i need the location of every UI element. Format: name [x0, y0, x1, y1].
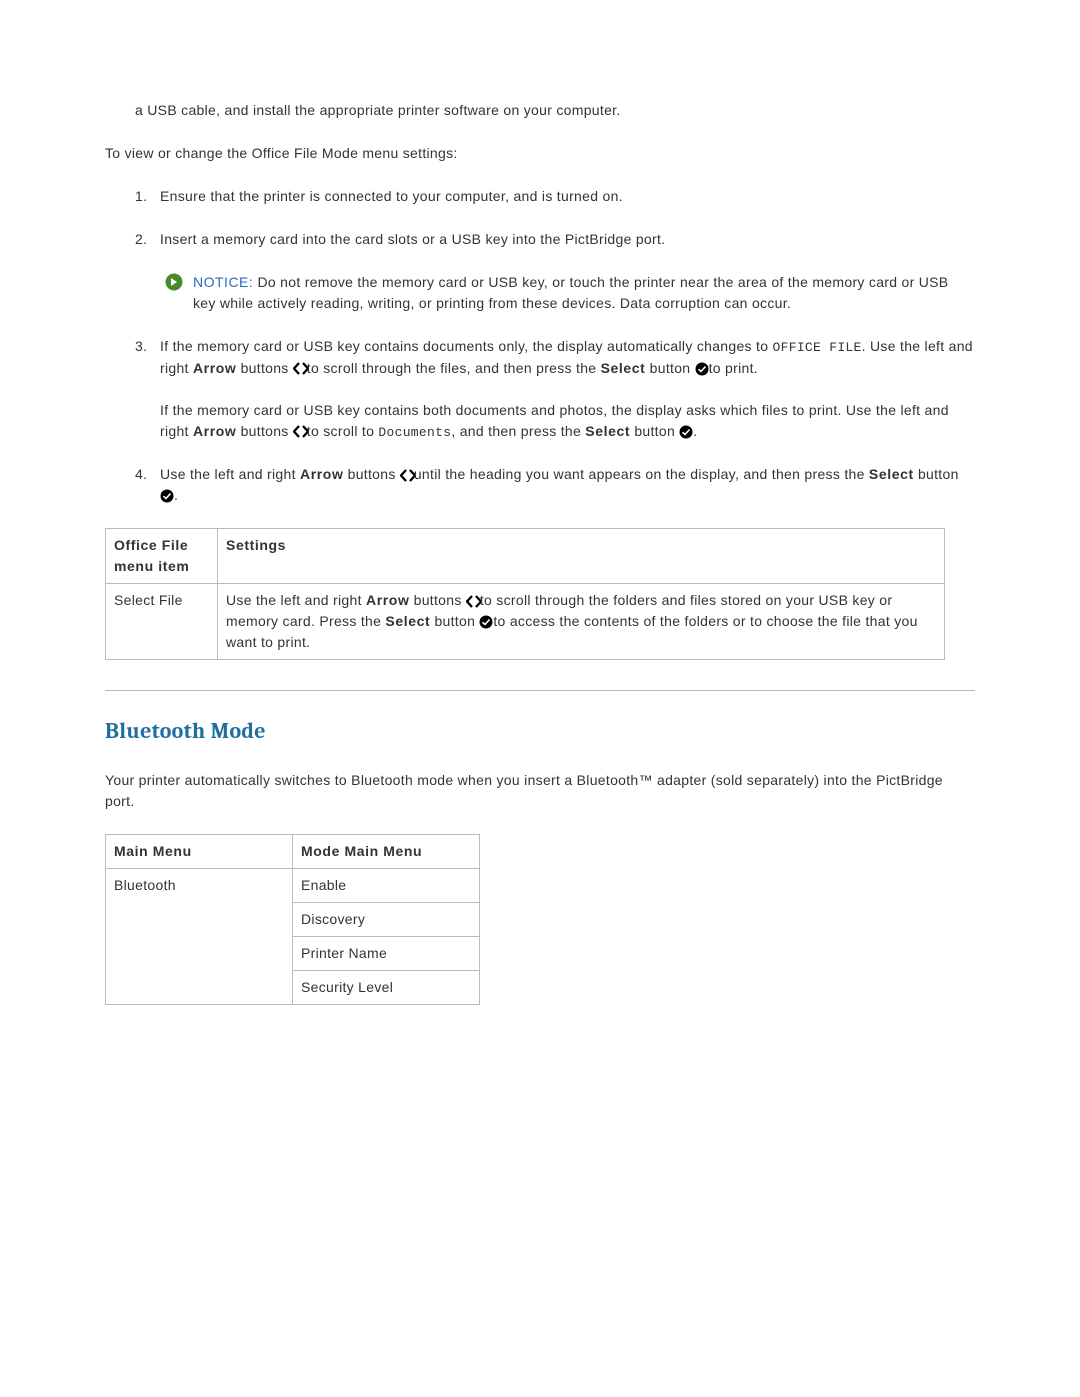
table-cell: Security Level: [293, 971, 480, 1005]
select-button-icon: [479, 615, 493, 629]
select-button-icon: [695, 362, 709, 376]
arrow-label: Arrow: [366, 592, 409, 608]
step-3: 3. If the memory card or USB key contain…: [135, 336, 975, 442]
step-1: 1. Ensure that the printer is connected …: [135, 186, 975, 207]
code-documents: Documents: [378, 425, 451, 440]
table-header: Settings: [218, 529, 945, 584]
table-cell: Discovery: [293, 903, 480, 937]
step-number: 2.: [135, 229, 160, 250]
step-text: Use the left and right Arrow buttons unt…: [160, 464, 975, 506]
select-button-icon: [679, 425, 693, 439]
table-cell: Bluetooth: [106, 869, 293, 1005]
steps-list: 1. Ensure that the printer is connected …: [105, 186, 975, 506]
select-label: Select: [601, 360, 646, 376]
intro-continuation: a USB cable, and install the appropriate…: [135, 100, 975, 121]
step-2: 2. Insert a memory card into the card sl…: [135, 229, 975, 250]
notice-label: NOTICE:: [193, 274, 253, 290]
notice-text: NOTICE: Do not remove the memory card or…: [193, 272, 975, 314]
arrow-buttons-icon: [466, 595, 480, 608]
code-office-file: OFFICE FILE: [773, 340, 862, 355]
step-text: Insert a memory card into the card slots…: [160, 229, 975, 250]
arrow-label: Arrow: [300, 466, 343, 482]
table-cell: Use the left and right Arrow buttons to …: [218, 584, 945, 660]
arrow-buttons-icon: [293, 425, 307, 438]
step-text: Ensure that the printer is connected to …: [160, 186, 975, 207]
table-header: Main Menu: [106, 835, 293, 869]
notice-block: NOTICE: Do not remove the memory card or…: [165, 272, 975, 314]
section-divider: [105, 690, 975, 691]
step-number: 3.: [135, 336, 160, 357]
table-row: Bluetooth Enable: [106, 869, 480, 903]
arrow-buttons-icon: [293, 362, 307, 375]
select-button-icon: [160, 489, 174, 503]
select-label: Select: [385, 613, 430, 629]
arrow-buttons-icon: [400, 469, 414, 482]
notice-icon: [165, 272, 193, 297]
step-number: 1.: [135, 186, 160, 207]
table-header: Office File menu item: [106, 529, 218, 584]
table-cell: Select File: [106, 584, 218, 660]
notice-body: Do not remove the memory card or USB key…: [193, 274, 948, 311]
arrow-label: Arrow: [193, 423, 236, 439]
instructions-intro: To view or change the Office File Mode m…: [105, 143, 975, 164]
step-text: If the memory card or USB key contains d…: [160, 336, 975, 442]
section-heading-bluetooth: Bluetooth Mode: [105, 715, 975, 748]
select-label: Select: [869, 466, 914, 482]
step-number: 4.: [135, 464, 160, 485]
table-row: Select File Use the left and right Arrow…: [106, 584, 945, 660]
bluetooth-intro: Your printer automatically switches to B…: [105, 770, 975, 812]
bluetooth-table: Main Menu Mode Main Menu Bluetooth Enabl…: [105, 834, 480, 1005]
table-cell: Enable: [293, 869, 480, 903]
arrow-label: Arrow: [193, 360, 236, 376]
select-label: Select: [585, 423, 630, 439]
table-cell: Printer Name: [293, 937, 480, 971]
table-header: Mode Main Menu: [293, 835, 480, 869]
step-4: 4. Use the left and right Arrow buttons …: [135, 464, 975, 506]
office-file-table: Office File menu item Settings Select Fi…: [105, 528, 945, 660]
